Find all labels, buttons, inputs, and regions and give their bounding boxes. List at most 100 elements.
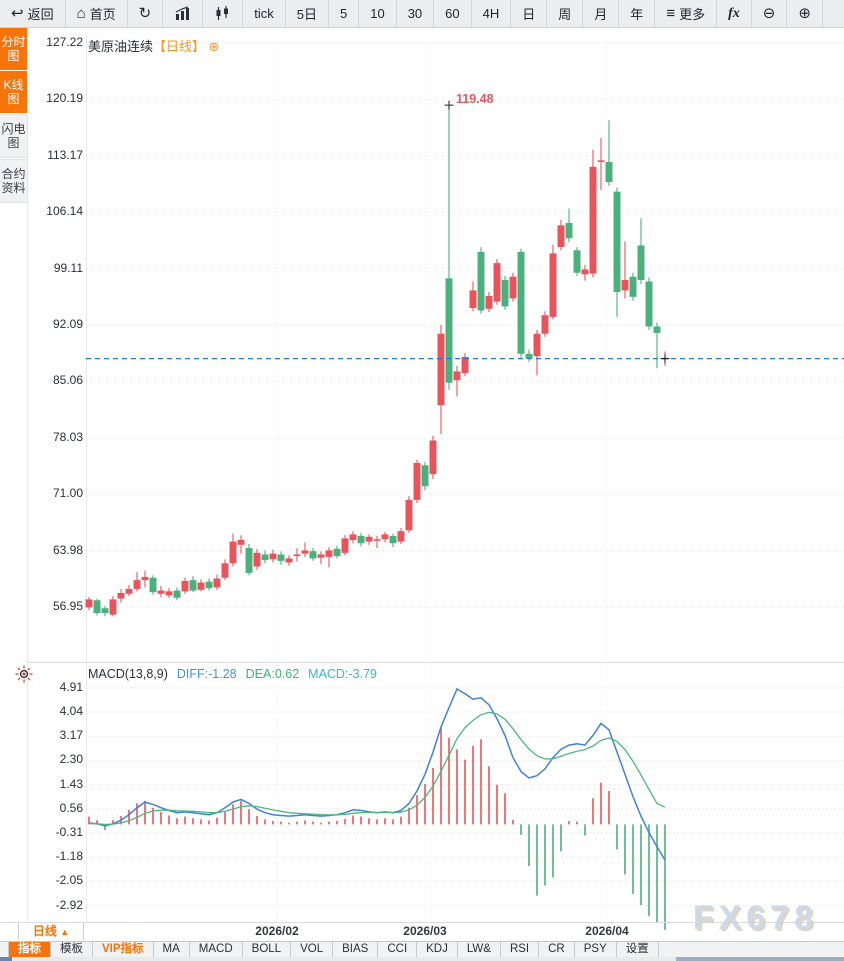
macd-histogram — [88, 727, 666, 930]
diff-line — [88, 687, 666, 861]
period-selector[interactable]: 日线 ▲ — [18, 923, 84, 940]
tab-cr[interactable]: CR — [539, 942, 575, 958]
price-tick: 127.22 — [46, 35, 83, 49]
toolbar-btn-label: 5 — [339, 6, 348, 21]
toolbar-btn-month[interactable]: 月 — [583, 0, 620, 27]
toolbar-btn-label: 月 — [594, 7, 608, 22]
toolbar-btn-label: 4H — [482, 6, 500, 21]
toolbar-btn-year[interactable]: 年 — [619, 0, 656, 27]
app-window: ↩ 返回 ⌂ 首页 ↻ tick 5日 5 10 30 60 4H 日周月年 ≡ 更多 fx ⊖ ⊕ 分时图 K线图… — [0, 0, 844, 961]
toolbar-btn-refresh[interactable]: ↻ — [128, 0, 164, 27]
tab-indicator[interactable]: 指标 — [9, 942, 51, 958]
toolbar-btn-60[interactable]: 60 — [434, 0, 472, 27]
tab-cci[interactable]: CCI — [378, 942, 418, 958]
toolbar-btn-more[interactable]: ≡ 更多 — [655, 0, 718, 27]
toolbar-btn-zoom-in[interactable]: ⊕ — [787, 0, 823, 27]
candle-chart-icon — [216, 6, 229, 20]
macd-diff-value: DIFF:-1.28 — [176, 667, 237, 681]
home-icon: ⌂ — [76, 5, 86, 22]
toolbar-btn-label: tick — [254, 6, 274, 21]
macd-macd-value: MACD:-3.79 — [308, 667, 377, 681]
toolbar-btn-label: 返回 — [27, 7, 54, 22]
main-gridlines — [86, 42, 844, 662]
toolbar-btn-label: 30 — [407, 6, 423, 21]
price-tick: 56.95 — [52, 599, 83, 614]
horizontal-scrollbar[interactable] — [0, 957, 844, 961]
tab-lw[interactable]: LW& — [458, 942, 501, 958]
tab-kdj[interactable]: KDJ — [417, 942, 458, 958]
period-selector-label: 日线 — [32, 924, 57, 938]
tab-settings[interactable]: 设置 — [617, 942, 659, 958]
sidebar-item-time-chart[interactable]: 分时图 — [0, 28, 27, 70]
toolbar-btn-back[interactable]: ↩ 返回 — [0, 0, 66, 27]
tab-rsi[interactable]: RSI — [501, 942, 540, 958]
toolbar-btn-5d[interactable]: 5日 — [286, 0, 329, 27]
tab-vip-indicator[interactable]: VIP指标 — [93, 942, 154, 958]
toolbar-btn-candle-chart[interactable] — [203, 0, 244, 27]
dea-line — [88, 711, 666, 826]
price-tick: 71.00 — [52, 486, 83, 501]
scrollbar-thumb[interactable] — [676, 957, 844, 961]
macd-tick: 0.56 — [59, 800, 83, 815]
toolbar-btn-fx[interactable]: fx — [717, 0, 752, 27]
macd-dea-value: DEA:0.62 — [245, 667, 300, 681]
sidebar-item-contract-info[interactable]: 合约资料 — [0, 159, 28, 203]
tab-template[interactable]: 模板 — [51, 942, 93, 958]
macd-tick: 3.17 — [59, 728, 83, 743]
macd-tick: -0.31 — [55, 825, 83, 840]
zoom-in-icon: ⊕ — [798, 5, 811, 22]
toolbar-btn-zoom-out[interactable]: ⊖ — [752, 0, 788, 27]
sidebar-item-lightning-chart[interactable]: 闪电图 — [0, 114, 28, 158]
indicator-settings-icon[interactable] — [15, 665, 33, 683]
candles — [85, 105, 669, 617]
price-tick: 106.14 — [46, 204, 83, 219]
toolbar: ↩ 返回 ⌂ 首页 ↻ tick 5日 5 10 30 60 4H 日周月年 ≡ 更多 fx ⊖ ⊕ — [0, 0, 844, 28]
toolbar-btn-label: fx — [728, 5, 740, 21]
more-icon: ≡ — [666, 5, 676, 22]
price-tick: 99.11 — [53, 260, 83, 275]
tab-psy[interactable]: PSY — [575, 942, 617, 958]
toolbar-btn-4h[interactable]: 4H — [472, 0, 512, 27]
macd-tick: -1.18 — [55, 849, 83, 864]
macd-params: MACD(13,8,9) — [88, 667, 168, 681]
chart-settings-icon[interactable]: ⊕ — [209, 39, 220, 54]
sidebar: 分时图 K线图 闪电图 合约资料 — [0, 28, 28, 204]
toolbar-btn-day[interactable]: 日 — [511, 0, 548, 27]
x-axis-label: 2026/03 — [403, 924, 447, 938]
toolbar-btn-10[interactable]: 10 — [359, 0, 397, 27]
toolbar-btn-label: 5日 — [296, 7, 317, 22]
panel-divider — [27, 662, 844, 663]
price-tick: 85.06 — [52, 373, 83, 388]
macd-header: MACD(13,8,9) DIFF:-1.28 DEA:0.62 MACD:-3.79 — [88, 667, 386, 681]
toolbar-btn-30[interactable]: 30 — [397, 0, 435, 27]
toolbar-btn-label: 日 — [522, 7, 536, 22]
price-tick: 120.19 — [46, 91, 83, 106]
tab-boll[interactable]: BOLL — [243, 942, 292, 958]
price-tick: 63.98 — [52, 542, 83, 557]
tab-vol[interactable]: VOL — [291, 942, 334, 958]
refresh-icon: ↻ — [138, 5, 152, 22]
main-chart-canvas[interactable]: 119.48 — [27, 27, 844, 662]
toolbar-btn-label: 更多 — [679, 7, 706, 22]
x-axis-row: 日线 ▲ 2026/02 2026/03 2026/04 — [0, 923, 844, 940]
macd-chart-canvas[interactable] — [27, 662, 844, 933]
chevron-up-icon: ▲ — [60, 927, 70, 937]
toolbar-btn-tick[interactable]: tick — [243, 0, 286, 27]
high-annotation: 119.48 — [456, 92, 494, 106]
toolbar-btn-label: 首页 — [89, 7, 116, 22]
instrument-name: 美原油连续 — [88, 39, 154, 54]
macd-tick: 4.91 — [59, 679, 83, 694]
tab-macd[interactable]: MACD — [190, 942, 243, 958]
toolbar-btn-label: 10 — [370, 6, 385, 21]
toolbar-btn-week[interactable]: 周 — [547, 0, 584, 27]
sidebar-item-kline-chart[interactable]: K线图 — [0, 71, 27, 113]
toolbar-btn-5[interactable]: 5 — [329, 0, 360, 27]
macd-tick: 4.04 — [59, 704, 83, 719]
zoom-out-icon: ⊖ — [762, 5, 776, 22]
toolbar-btn-bar-chart[interactable] — [163, 0, 204, 27]
tab-bias[interactable]: BIAS — [333, 942, 379, 958]
toolbar-btn-label: 周 — [558, 7, 572, 22]
price-tick: 78.03 — [52, 429, 83, 444]
toolbar-btn-home[interactable]: ⌂ 首页 — [66, 0, 128, 27]
tab-ma[interactable]: MA — [154, 942, 190, 958]
